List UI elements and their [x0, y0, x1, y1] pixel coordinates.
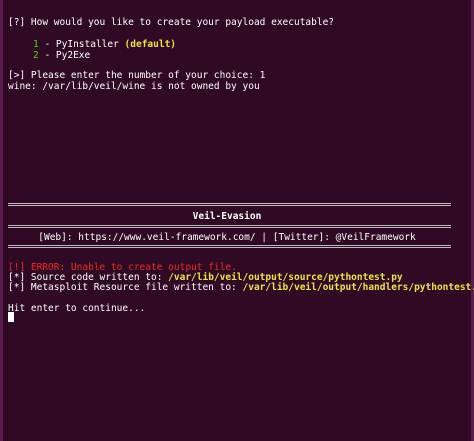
banner-separator-top [8, 203, 451, 206]
text-cursor[interactable] [8, 312, 14, 322]
banner-title: Veil-Evasion [192, 211, 262, 222]
terminal-scrollbar[interactable] [464, 0, 468, 441]
resource-line: [*] Metasploit Resource file written to:… [8, 281, 474, 294]
terminal-window[interactable]: [?] How would you like to create your pa… [0, 0, 474, 441]
option-separator: - [38, 50, 56, 61]
resource-prefix: [*] Metasploit Resource file written to: [8, 282, 243, 293]
payload-question: [?] How would you like to create your pa… [8, 17, 335, 28]
option-default-tag: (default) [124, 39, 177, 50]
banner-links: [Web]: https://www.veil-framework.com/ |… [38, 232, 416, 243]
option-label: Py2Exe [55, 50, 91, 61]
resource-path: /var/lib/veil/output/handlers/pythontest… [242, 282, 474, 293]
banner-separator-middle [8, 225, 451, 228]
wine-warning: wine: /var/lib/veil/wine is not owned by… [8, 81, 260, 92]
option-py2exe: 2 - Py2Exe [33, 49, 90, 62]
continue-prompt: Hit enter to continue... [8, 303, 146, 314]
banner-separator-bottom [8, 245, 451, 248]
